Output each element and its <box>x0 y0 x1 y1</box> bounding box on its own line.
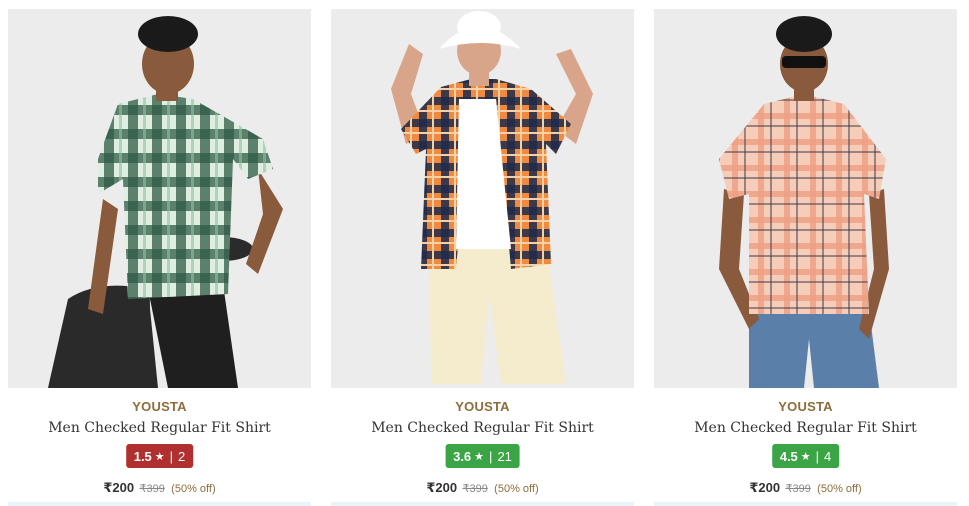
product-name[interactable]: Men Checked Regular Fit Shirt <box>8 420 311 436</box>
rating-count: 21 <box>497 448 512 464</box>
product-image[interactable] <box>654 9 957 388</box>
price-row: ₹200 ₹399 (50% off) <box>654 480 957 496</box>
brand-name: YOUSTA <box>455 399 510 414</box>
discount-text: (50% off) <box>171 483 216 495</box>
rating-count: 2 <box>178 448 186 464</box>
product-image[interactable] <box>8 9 311 388</box>
brand-name: YOUSTA <box>778 399 833 414</box>
rating-value: 4.5 <box>779 448 798 464</box>
rating-value: 3.6 <box>453 448 472 464</box>
rating-value: 1.5 <box>133 448 152 464</box>
product-name[interactable]: Men Checked Regular Fit Shirt <box>331 420 634 436</box>
rating-badge: 1.5 ★ | 2 <box>125 444 194 468</box>
product-name[interactable]: Men Checked Regular Fit Shirt <box>654 420 957 436</box>
star-icon: ★ <box>474 450 485 463</box>
product-card[interactable]: YOUSTA Men Checked Regular Fit Shirt 3.6… <box>331 9 634 506</box>
rating-separator: | <box>815 448 820 464</box>
price-row: ₹200 ₹399 (50% off) <box>331 480 634 496</box>
selling-price: ₹200 <box>426 480 458 495</box>
card-bottom-bar <box>654 502 957 506</box>
discount-text: (50% off) <box>494 483 539 495</box>
brand-name: YOUSTA <box>132 399 187 414</box>
selling-price: ₹200 <box>749 480 781 495</box>
card-bottom-bar <box>331 502 634 506</box>
rating-badge: 3.6 ★ | 21 <box>445 444 520 468</box>
discount-text: (50% off) <box>817 483 862 495</box>
selling-price: ₹200 <box>103 480 135 495</box>
rating-separator: | <box>169 448 174 464</box>
rating-badge: 4.5 ★ | 4 <box>771 444 840 468</box>
product-card[interactable]: YOUSTA Men Checked Regular Fit Shirt 4.5… <box>654 9 957 506</box>
card-bottom-bar <box>8 502 311 506</box>
rating-count: 4 <box>824 448 832 464</box>
mrp-price: ₹399 <box>462 483 488 495</box>
price-row: ₹200 ₹399 (50% off) <box>8 480 311 496</box>
star-icon: ★ <box>800 450 811 463</box>
rating-separator: | <box>489 448 493 464</box>
mrp-price: ₹399 <box>785 483 811 495</box>
product-image[interactable] <box>331 9 634 388</box>
mrp-price: ₹399 <box>139 483 165 495</box>
product-grid: YOUSTA Men Checked Regular Fit Shirt 1.5… <box>0 0 969 506</box>
star-icon: ★ <box>154 450 165 463</box>
product-card[interactable]: YOUSTA Men Checked Regular Fit Shirt 1.5… <box>8 9 311 506</box>
